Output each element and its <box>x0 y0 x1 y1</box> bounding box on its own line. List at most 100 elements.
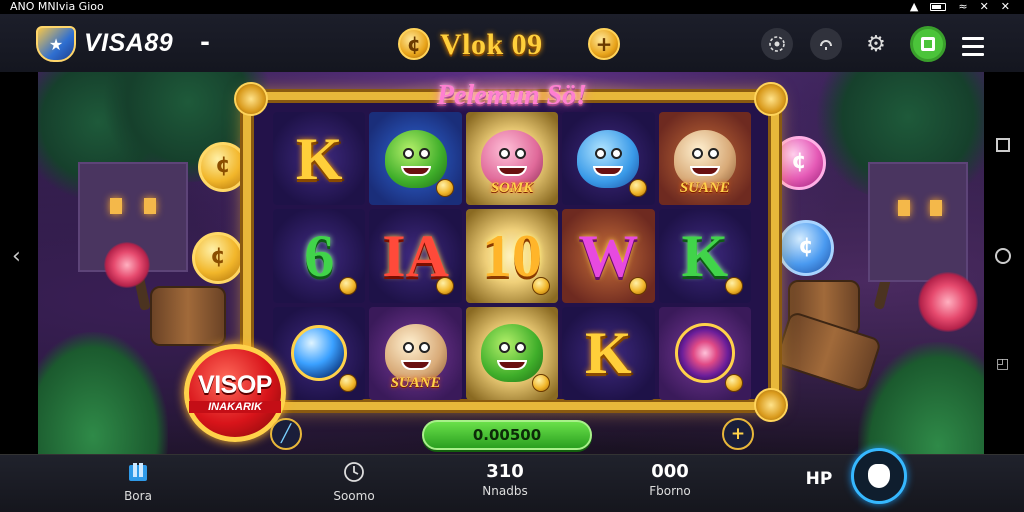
coin-icon <box>435 276 454 295</box>
reel-cell: K <box>658 209 751 303</box>
creature-eye <box>707 147 719 159</box>
menu-button[interactable] <box>962 37 984 61</box>
flower <box>918 272 978 332</box>
home-circle-icon[interactable] <box>995 248 1011 264</box>
support-button[interactable] <box>761 28 793 60</box>
back-icon[interactable]: ◰ <box>996 356 1009 372</box>
reel-cell: IA <box>369 209 462 303</box>
hut <box>868 162 968 282</box>
creature-eye <box>611 147 623 159</box>
reel-cell <box>273 306 366 400</box>
hut-window <box>110 198 122 214</box>
add-coin-button[interactable]: + <box>588 28 620 60</box>
reel-symbol-letter: K <box>585 320 632 387</box>
nav-item-balance[interactable]: 000 Fborno <box>630 461 710 498</box>
app-header: ★ VISA89 - ¢ Vlok 09 + ⚙ <box>0 14 1024 72</box>
promo-title: VISOP <box>198 371 272 399</box>
symbol-label: SUANE <box>390 375 441 391</box>
creature-mouth <box>689 165 720 176</box>
status-bar: ANO MNIvia Gioo ▲ ≈ ✕ ✕ <box>0 0 1024 14</box>
frame-ornament <box>754 388 788 422</box>
shield-button[interactable] <box>851 448 907 504</box>
screen-button[interactable] <box>910 26 946 62</box>
settings-button[interactable]: ⚙ <box>860 28 892 60</box>
nav-label: Bora <box>124 489 152 503</box>
hut-window <box>898 200 910 216</box>
menu-icon <box>962 37 984 40</box>
reel-symbol-letter: K <box>681 222 729 289</box>
creature-eye <box>418 342 430 354</box>
nav-item-hp[interactable]: HP <box>802 469 836 489</box>
reel-cell <box>465 306 559 400</box>
reel-grid[interactable]: K SOMK SUANE 6 IA 10 W K SUANE K <box>273 112 751 400</box>
creature-eye <box>418 147 430 159</box>
creature-symbol-icon <box>384 129 447 188</box>
creature-symbol-icon <box>480 324 543 383</box>
left-edge: ‹ <box>0 72 38 454</box>
rose-symbol-icon <box>674 323 735 384</box>
reel-cell: W <box>562 209 655 303</box>
clock-icon <box>344 462 364 482</box>
nav-item-score[interactable]: Soomo <box>328 461 380 503</box>
recents-square-icon[interactable] <box>996 138 1010 152</box>
creature-eye <box>498 147 510 159</box>
status-text: ANO MNIvia Gioo <box>10 0 104 13</box>
reel-cell <box>369 112 462 206</box>
reel-cell <box>658 306 751 400</box>
creature-mouth <box>400 360 431 371</box>
brand-name: VISA89 <box>84 29 174 57</box>
coin-icon: ¢ <box>398 28 430 60</box>
reel-symbol-letter: IA <box>382 222 449 289</box>
bet-amount-display[interactable]: 0.00500 <box>422 420 592 450</box>
coin-icon <box>339 374 358 392</box>
close-icon: ✕ <box>1000 0 1010 13</box>
creature-symbol-icon <box>480 129 543 188</box>
creature-eye <box>691 147 703 159</box>
reel-symbol-letter: K <box>295 125 343 192</box>
headset-button[interactable] <box>810 28 842 60</box>
coin-icon <box>725 276 743 295</box>
brand-logo-icon[interactable]: ★ <box>36 26 76 62</box>
coin-icon <box>532 276 551 295</box>
creature-eye <box>402 147 414 159</box>
reel-symbol-letter: 10 <box>481 222 542 289</box>
nav-label: Fborno <box>649 484 691 498</box>
nav-item-home[interactable]: Bora <box>112 461 164 503</box>
home-icon <box>129 463 147 481</box>
nav-item-bet[interactable]: 310 Nnadbs <box>470 461 540 498</box>
frame-ornament <box>234 82 268 116</box>
symbol-label: SOMK <box>490 180 534 197</box>
back-chevron-icon[interactable]: ‹ <box>12 244 21 269</box>
nav-label: Soomo <box>333 489 375 503</box>
creature-mouth <box>496 165 527 176</box>
left-control-button[interactable]: ╱ <box>270 418 302 450</box>
coin-icon <box>435 179 454 198</box>
reel-cell: 6 <box>273 209 366 303</box>
promo-subtitle: INAKARIK <box>189 401 281 413</box>
brand-suffix: - <box>200 28 210 56</box>
creature-eye <box>595 147 607 159</box>
support-icon <box>769 36 785 52</box>
reel-symbol-letter: 6 <box>304 222 335 289</box>
close-icon: ✕ <box>979 0 989 13</box>
creature-mouth <box>400 165 431 176</box>
reel-cell: SOMK <box>465 112 559 206</box>
creature-symbol-icon <box>673 129 736 188</box>
barrel <box>150 286 226 346</box>
coin-icon <box>725 374 743 392</box>
creature-symbol-icon <box>384 324 447 383</box>
creature-eye <box>498 342 510 354</box>
creature-eye <box>402 342 414 354</box>
frame-ornament <box>754 82 788 116</box>
screen-icon <box>921 37 935 51</box>
nav-label: Nnadbs <box>482 484 528 498</box>
creature-mouth <box>496 360 527 371</box>
nav-value: 000 <box>651 461 689 482</box>
creature-eye <box>514 342 526 354</box>
increase-bet-button[interactable]: + <box>722 418 754 450</box>
reel-symbol-letter: W <box>578 222 639 289</box>
creature-eye <box>514 147 526 159</box>
wifi-icon: ≈ <box>958 0 968 13</box>
reel-cell: K <box>562 306 655 400</box>
shield-icon <box>868 464 890 488</box>
